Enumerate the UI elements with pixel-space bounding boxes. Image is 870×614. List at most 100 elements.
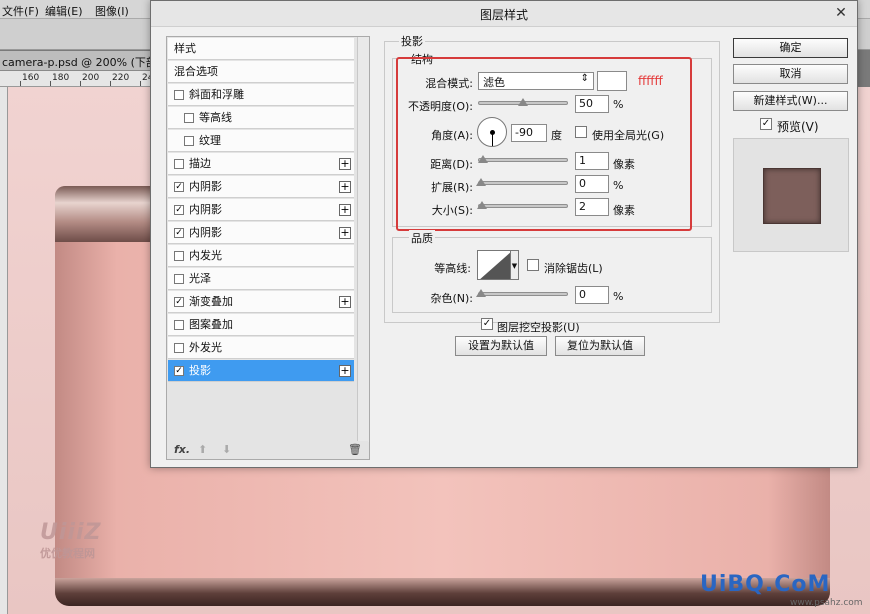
opacity-input[interactable]: 50 [575,95,609,113]
set-default-button[interactable]: 设置为默认值 [455,336,547,356]
watermark-logo: UiiiZ [40,520,102,545]
fx-icon[interactable]: fx. [174,443,190,456]
style-checkbox[interactable]: ✓ [174,228,184,238]
style-list-item[interactable]: ✓ 内阴影 + [168,199,354,221]
style-list-label: 内阴影 [189,226,222,239]
close-button[interactable]: ✕ [831,4,851,22]
style-list-label: 等高线 [199,111,232,124]
style-list-item[interactable]: 纹理 [168,130,354,152]
color-hex-annotation: ffffff [638,74,663,88]
global-light-label: 使用全局光(G) [592,129,665,142]
size-input[interactable]: 2 [575,198,609,216]
size-unit: 像素 [613,204,635,217]
opacity-slider-thumb[interactable] [518,98,528,106]
vertical-ruler [0,87,8,614]
spread-input[interactable]: 0 [575,175,609,193]
noise-slider-thumb[interactable] [476,289,486,297]
shadow-color-swatch[interactable] [597,71,627,91]
move-down-icon[interactable]: ⬇ [222,443,231,456]
style-list-label: 内阴影 [189,203,222,216]
style-list-item[interactable]: ✓ 内阴影 + [168,176,354,198]
spread-label: 扩展(R): [431,181,473,194]
antialias-checkbox[interactable] [527,259,539,271]
add-effect-icon[interactable]: + [339,181,351,193]
add-effect-icon[interactable]: + [339,227,351,239]
style-list-item[interactable]: 内发光 [168,245,354,267]
style-list-item[interactable]: 描边 + [168,153,354,175]
style-list-item[interactable]: 样式 [168,38,354,60]
style-list-scrollbar[interactable] [357,37,369,442]
noise-label: 杂色(N): [430,292,473,305]
style-list-item[interactable]: 光泽 [168,268,354,290]
style-checkbox[interactable] [174,320,184,330]
style-list-label: 内阴影 [189,180,222,193]
contour-thumbnail[interactable] [477,250,511,280]
style-list-label: 图案叠加 [189,318,233,331]
style-list-item[interactable]: 斜面和浮雕 [168,84,354,106]
angle-input[interactable]: -90 [511,124,547,142]
add-effect-icon[interactable]: + [339,204,351,216]
style-checkbox[interactable] [174,159,184,169]
style-checkbox[interactable]: ✓ [174,182,184,192]
ok-button[interactable]: 确定 [733,38,848,58]
contour-dropdown-icon[interactable]: ▼ [511,250,519,280]
menu-image[interactable]: 图像(I) [95,3,129,19]
style-checkbox[interactable] [174,251,184,261]
document-tab[interactable]: camera-p.psd @ 200% (下部，R [0,51,152,71]
style-list-item[interactable]: 混合选项 [168,61,354,83]
style-list-item[interactable]: ✓ 投影 + [168,360,354,382]
distance-slider[interactable] [478,158,568,162]
style-list-label: 样式 [174,42,196,55]
drop-shadow-title: 投影 [399,33,425,49]
spread-slider-thumb[interactable] [476,178,486,186]
spread-slider[interactable] [478,181,568,185]
add-effect-icon[interactable]: + [339,158,351,170]
style-list-footer: fx. ⬆ ⬇ 🗑 [168,441,368,459]
preview-checkbox[interactable]: ✓ [760,118,772,130]
blend-mode-label: 混合模式: [425,77,473,90]
global-light-checkbox[interactable] [575,126,587,138]
style-checkbox[interactable]: ✓ [174,366,184,376]
reset-default-button[interactable]: 复位为默认值 [555,336,645,356]
distance-input[interactable]: 1 [575,152,609,170]
updown-arrow-icon: ⇕ [580,73,589,84]
menu-file[interactable]: 文件(F) [2,3,39,19]
distance-unit: 像素 [613,158,635,171]
style-list-label: 斜面和浮雕 [189,88,244,101]
new-style-button[interactable]: 新建样式(W)... [733,91,848,111]
blend-mode-select[interactable]: 滤色 ⇕ [478,72,594,90]
dialog-titlebar[interactable]: 图层样式 ✕ [151,1,857,27]
style-preview [733,138,849,252]
noise-slider[interactable] [478,292,568,296]
style-checkbox[interactable]: ✓ [174,205,184,215]
horizontal-ruler: 160 180 200 220 240 [0,71,152,87]
style-checkbox[interactable] [184,113,194,123]
knockout-checkbox[interactable]: ✓ [481,318,493,330]
add-effect-icon[interactable]: + [339,296,351,308]
style-checkbox[interactable]: ✓ [174,297,184,307]
noise-input[interactable]: 0 [575,286,609,304]
style-list-label: 内发光 [189,249,222,262]
style-checkbox[interactable] [174,343,184,353]
size-slider[interactable] [478,204,568,208]
size-slider-thumb[interactable] [477,201,487,209]
layer-style-dialog: 图层样式 ✕ 样式混合选项斜面和浮雕等高线纹理 描边 + ✓ 内阴影 + ✓ 内阴影 + ✓ 内阴影… [150,0,858,468]
style-list-item[interactable]: ✓ 内阴影 + [168,222,354,244]
style-checkbox[interactable] [174,274,184,284]
style-checkbox[interactable] [184,136,194,146]
style-list: 样式混合选项斜面和浮雕等高线纹理 描边 + ✓ 内阴影 + ✓ 内阴影 + ✓ 内阴影 + 内发光光泽 ✓… [166,36,370,460]
move-up-icon[interactable]: ⬆ [198,443,207,456]
cancel-button[interactable]: 取消 [733,64,848,84]
style-list-item[interactable]: 图案叠加 [168,314,354,336]
style-list-item[interactable]: 等高线 [168,107,354,129]
angle-dial[interactable] [477,117,507,147]
distance-slider-thumb[interactable] [478,155,488,163]
add-effect-icon[interactable]: + [339,365,351,377]
style-list-item[interactable]: 外发光 [168,337,354,359]
style-checkbox[interactable] [174,90,184,100]
noise-unit: % [613,290,624,303]
style-list-label: 光泽 [189,272,211,285]
style-list-item[interactable]: ✓ 渐变叠加 + [168,291,354,313]
trash-icon[interactable]: 🗑 [348,443,362,456]
menu-edit[interactable]: 编辑(E) [45,3,83,19]
